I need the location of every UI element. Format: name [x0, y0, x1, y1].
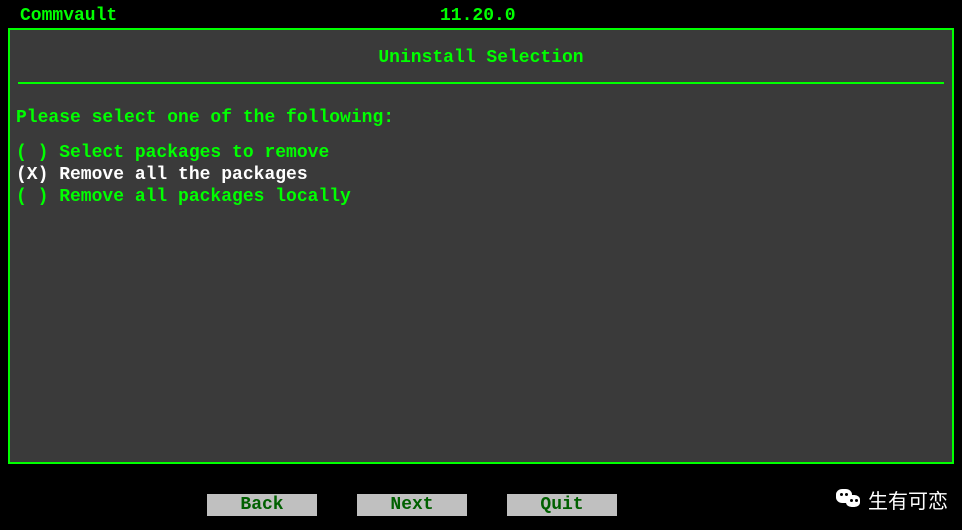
watermark: 生有可恋	[836, 485, 948, 514]
options-list: ( ) Select packages to remove(X) Remove …	[10, 128, 952, 208]
dialog-title: Uninstall Selection	[10, 30, 952, 78]
next-button[interactable]: Next	[357, 494, 467, 516]
radio-option-1[interactable]: (X) Remove all the packages	[16, 164, 952, 186]
radio-option-0[interactable]: ( ) Select packages to remove	[16, 142, 952, 164]
app-version: 11.20.0	[440, 6, 516, 26]
back-button[interactable]: Back	[207, 494, 317, 516]
quit-button[interactable]: Quit	[507, 494, 617, 516]
app-name: Commvault	[20, 6, 117, 26]
header-bar: Commvault 11.20.0	[0, 0, 962, 28]
dialog-panel: Uninstall Selection Please select one of…	[8, 28, 954, 464]
radio-option-2[interactable]: ( ) Remove all packages locally	[16, 186, 952, 208]
button-bar: Back Next Quit	[0, 494, 962, 516]
watermark-text: 生有可恋	[868, 485, 948, 514]
prompt-text: Please select one of the following:	[10, 84, 952, 128]
wechat-icon	[836, 489, 862, 511]
